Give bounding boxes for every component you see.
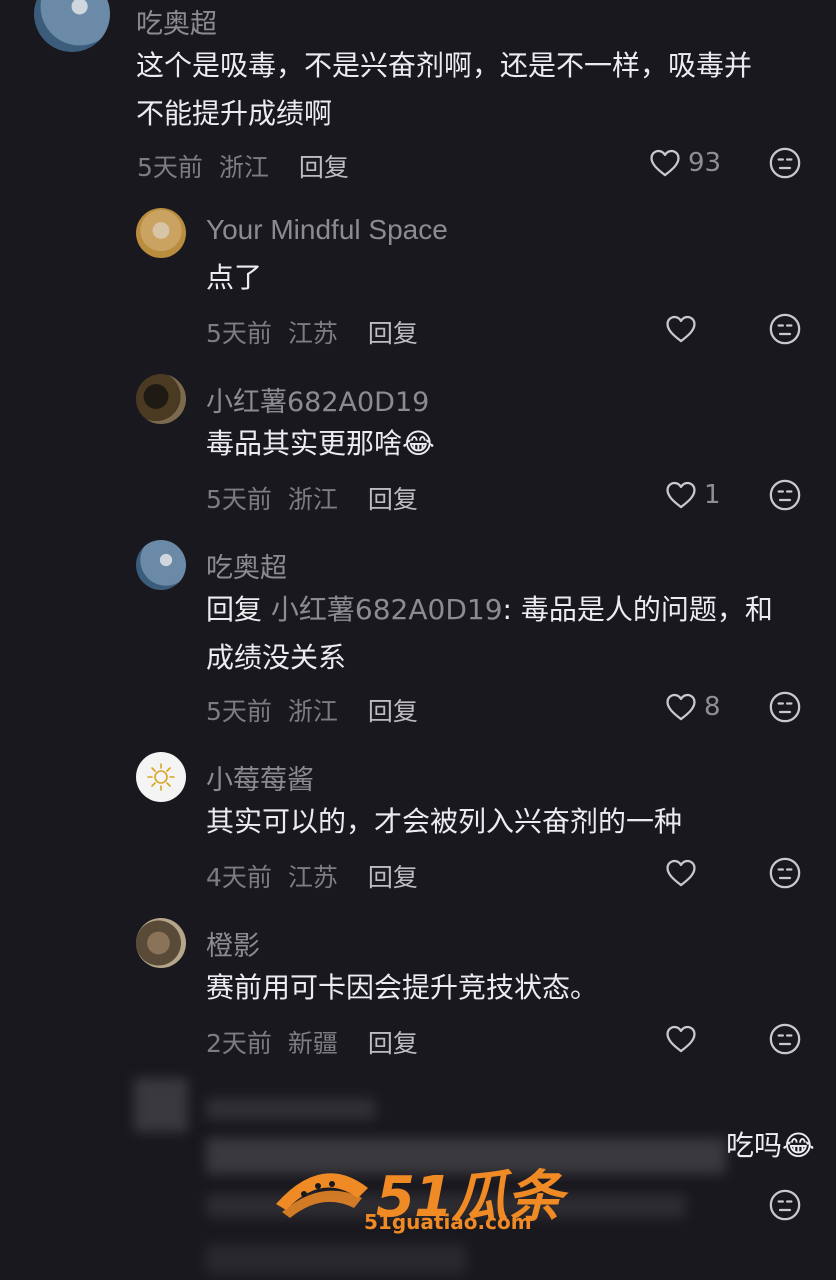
heart-icon — [648, 146, 682, 180]
reply-button[interactable]: 回复 — [368, 697, 418, 726]
comment-author[interactable]: 小红薯682A0D19 — [206, 380, 429, 419]
heart-icon — [664, 478, 698, 512]
comment-location: 江苏 — [287, 319, 338, 348]
comment-meta: 5天前 浙江 回复 — [206, 692, 418, 728]
comment-time: 5天前 — [137, 153, 203, 182]
watermark-url: 51guatiao.com — [364, 1210, 532, 1234]
comment-text-body: : 毒品是人的问题，和 — [502, 593, 773, 626]
comment-time: 2天前 — [206, 1029, 272, 1058]
watermark-logo: 51瓜条 51guatiao.com — [272, 1152, 572, 1238]
avatar[interactable] — [34, 0, 110, 52]
emoji-react-button[interactable] — [768, 478, 802, 512]
blurred-avatar — [134, 1078, 188, 1132]
comment-text-line: 回复 小红薯682A0D19: 毒品是人的问题，和 — [206, 586, 773, 634]
comment-time: 5天前 — [206, 485, 272, 514]
comment-text: 吃吗😂 — [726, 1122, 815, 1170]
emoji-react-button[interactable] — [768, 690, 802, 724]
emoji-react-button[interactable] — [768, 1188, 802, 1222]
comment-time: 4天前 — [206, 863, 272, 892]
sun-icon — [147, 763, 175, 791]
like-button[interactable] — [664, 312, 704, 346]
comment-author[interactable]: 吃奥超 — [136, 2, 217, 41]
comment-meta: 2天前 新疆 回复 — [206, 1024, 418, 1060]
comment-location: 浙江 — [287, 697, 338, 726]
like-count: 1 — [704, 480, 721, 510]
like-button[interactable]: 8 — [664, 690, 721, 724]
watermelon-logo-icon — [276, 1173, 368, 1218]
like-button[interactable] — [664, 856, 704, 890]
comment-text: 毒品其实更那啥😂 — [206, 420, 435, 468]
blurred-author — [206, 1098, 376, 1120]
reply-button[interactable]: 回复 — [299, 153, 349, 182]
comment-text-body: 毒品其实更那啥 — [206, 427, 403, 460]
emoji-react-button[interactable] — [768, 1022, 802, 1056]
reply-button[interactable]: 回复 — [368, 319, 418, 348]
neutral-face-icon — [768, 312, 802, 346]
comment-meta: 5天前 江苏 回复 — [206, 314, 418, 350]
heart-icon — [664, 856, 698, 890]
like-button[interactable]: 1 — [664, 478, 721, 512]
comment-text-body: 吃吗 — [726, 1129, 783, 1162]
comment-text-line: 不能提升成绩啊 — [136, 97, 333, 130]
blurred-next-row — [206, 1244, 466, 1274]
comment-text: 赛前用可卡因会提升竞技状态。 — [206, 971, 599, 1004]
comment-text: 点了 — [206, 261, 263, 294]
reply-button[interactable]: 回复 — [368, 863, 418, 892]
comment-text-line: 这个是吸毒，不是兴奋剂啊，还是不一样，吸毒并 — [136, 49, 753, 82]
comment-location: 浙江 — [218, 153, 269, 182]
heart-icon — [664, 690, 698, 724]
comment-meta: 4天前 江苏 回复 — [206, 858, 418, 894]
emoji-react-button[interactable] — [768, 856, 802, 890]
like-button[interactable] — [664, 1022, 704, 1056]
neutral-face-icon — [768, 1022, 802, 1056]
avatar[interactable] — [136, 540, 186, 590]
laughing-crying-emoji: 😂 — [402, 427, 435, 460]
avatar[interactable] — [136, 208, 186, 258]
heart-icon — [664, 1022, 698, 1056]
comment-text-line: 成绩没关系 — [206, 641, 347, 674]
comment-text: 这个是吸毒，不是兴奋剂啊，还是不一样，吸毒并 不能提升成绩啊 — [136, 42, 752, 138]
neutral-face-icon — [768, 856, 802, 890]
neutral-face-icon — [768, 1188, 802, 1222]
reply-prefix: 回复 — [206, 593, 263, 626]
comment-author[interactable]: 吃奥超 — [206, 546, 287, 585]
comment-location: 新疆 — [287, 1029, 338, 1058]
comment-meta: 5天前 浙江 回复 — [137, 148, 349, 184]
comment-author[interactable]: 小莓莓酱 — [206, 758, 314, 797]
heart-icon — [664, 312, 698, 346]
reply-target-link[interactable]: 小红薯682A0D19 — [271, 593, 503, 626]
avatar[interactable] — [136, 752, 186, 802]
laughing-crying-emoji: 😂 — [782, 1129, 815, 1162]
comment-author[interactable]: Your Mindful Space — [206, 214, 448, 246]
reply-button[interactable]: 回复 — [368, 485, 418, 514]
comment-meta: 5天前 浙江 回复 — [206, 480, 418, 516]
avatar[interactable] — [136, 374, 186, 424]
reply-button[interactable]: 回复 — [368, 1029, 418, 1058]
comment-location: 江苏 — [287, 863, 338, 892]
avatar[interactable] — [136, 918, 186, 968]
like-button[interactable]: 93 — [648, 146, 721, 180]
comment-time: 5天前 — [206, 697, 272, 726]
comment-location: 浙江 — [287, 485, 338, 514]
like-count: 8 — [704, 692, 721, 722]
comment-time: 5天前 — [206, 319, 272, 348]
comment-text: 回复 小红薯682A0D19: 毒品是人的问题，和 成绩没关系 — [206, 586, 773, 682]
emoji-react-button[interactable] — [768, 146, 802, 180]
neutral-face-icon — [768, 146, 802, 180]
comment-author[interactable]: 橙影 — [206, 924, 260, 963]
neutral-face-icon — [768, 690, 802, 724]
emoji-react-button[interactable] — [768, 312, 802, 346]
comment-text: 其实可以的，才会被列入兴奋剂的一种 — [206, 805, 683, 838]
like-count: 93 — [688, 148, 722, 178]
neutral-face-icon — [768, 478, 802, 512]
